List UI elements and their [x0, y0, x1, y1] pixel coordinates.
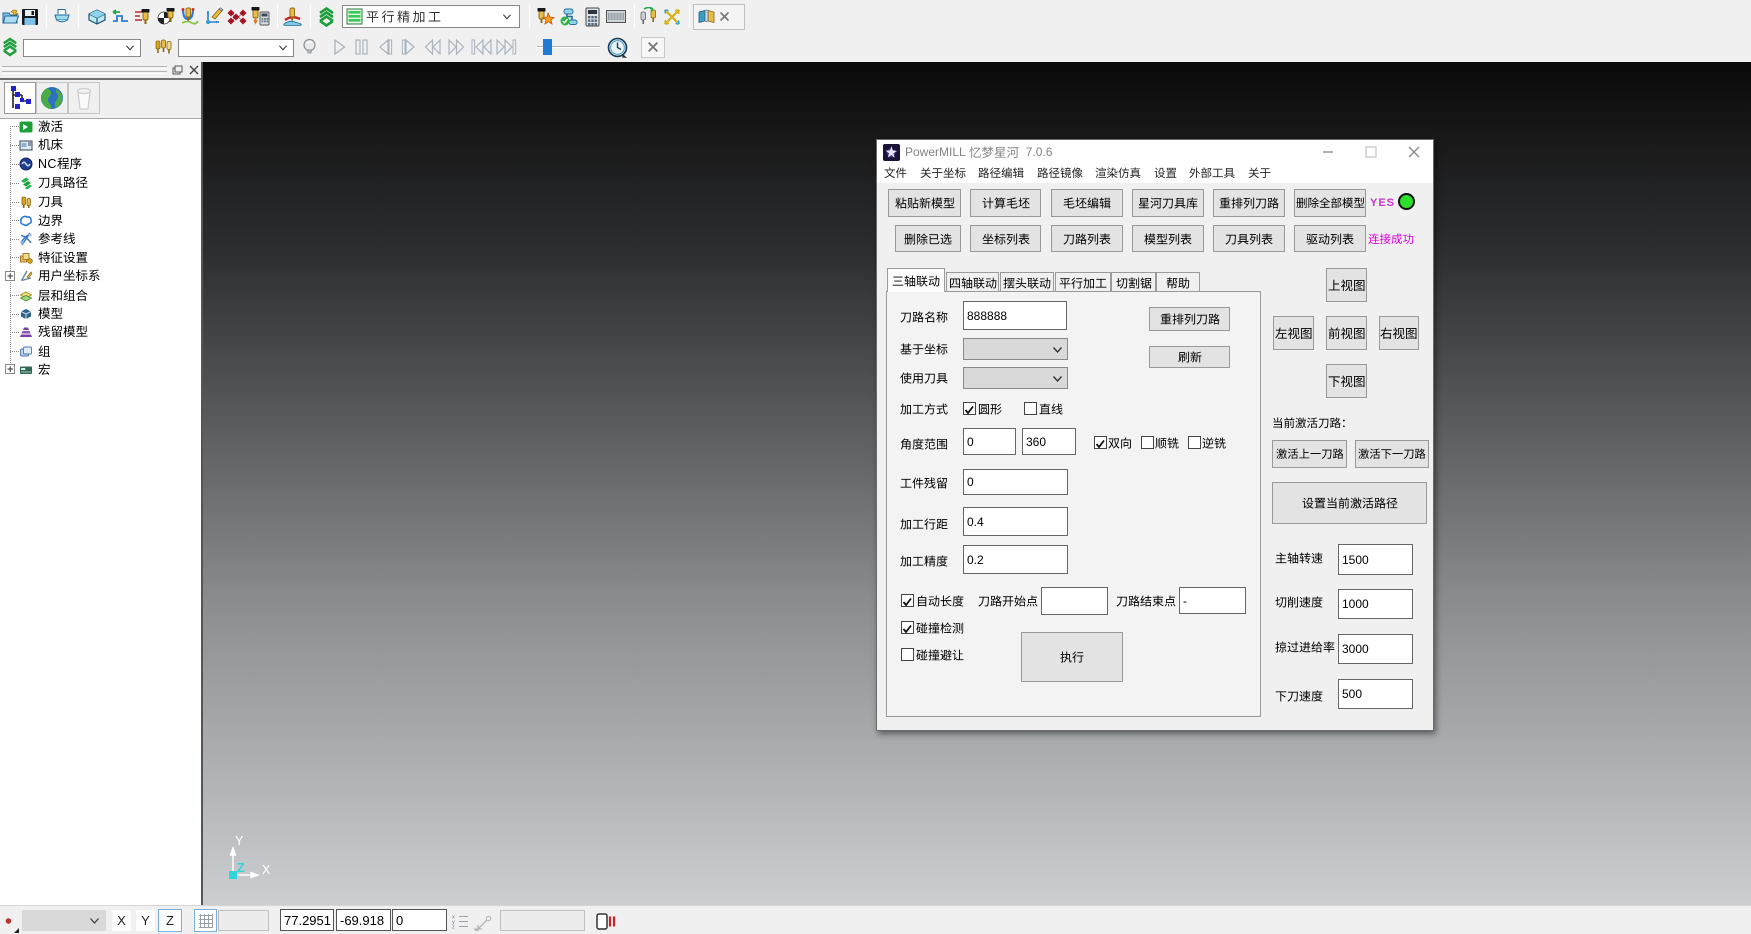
svg-text:X: X	[262, 863, 271, 877]
svg-text:Y: Y	[235, 834, 244, 848]
svg-text:z: z	[452, 925, 455, 930]
svg-text:Z: Z	[237, 861, 245, 875]
